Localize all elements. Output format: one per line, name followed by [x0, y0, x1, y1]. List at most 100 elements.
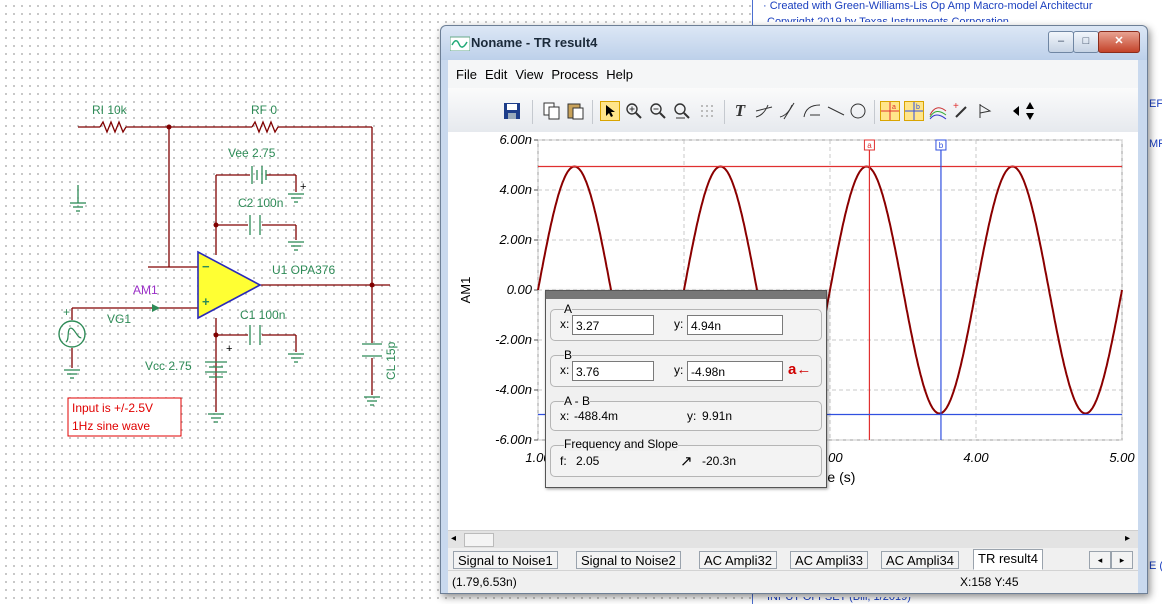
- menu-edit[interactable]: Edit: [485, 67, 507, 82]
- y-tick-label: -2.00n: [495, 332, 532, 347]
- horizontal-scrollbar[interactable]: ◂ ▸: [448, 530, 1138, 548]
- svg-text:+: +: [226, 343, 232, 355]
- note-line-2: 1Hz sine wave: [72, 419, 150, 433]
- a-y-label: y:: [674, 317, 684, 331]
- zoom-out-icon[interactable]: [648, 101, 668, 121]
- a-x-field[interactable]: 3.27: [572, 315, 654, 335]
- status-bar: (1.79,6.53n) X:158 Y:45: [448, 570, 1138, 593]
- group-fs-label: Frequency and Slope: [564, 437, 679, 451]
- y-tick-label: 2.00n: [498, 232, 532, 247]
- scroll-left-icon[interactable]: ◂: [451, 533, 463, 545]
- flag-icon[interactable]: [976, 101, 996, 121]
- minimize-button[interactable]: –: [1048, 31, 1074, 53]
- title-bar[interactable]: Noname - TR result4 – □ ✕: [441, 26, 1147, 60]
- curve-icon[interactable]: [928, 101, 948, 121]
- maximize-button[interactable]: □: [1073, 31, 1099, 53]
- cursor-b-handle-label: b: [939, 141, 944, 150]
- b-y-field[interactable]: -4.98n: [687, 361, 783, 381]
- c1-label: C1 100n: [240, 308, 285, 322]
- opamp-label: U1 OPA376: [272, 263, 335, 277]
- line-icon[interactable]: [826, 101, 846, 121]
- grid-icon[interactable]: [698, 101, 718, 121]
- rf-label: RF 0: [251, 103, 277, 117]
- svg-text:−: −: [202, 259, 210, 274]
- svg-text:+: +: [300, 181, 306, 193]
- toolbar: T a b +: [448, 88, 1138, 133]
- menu-help[interactable]: Help: [606, 67, 633, 82]
- ab-y-value: 9.91n: [702, 409, 733, 423]
- f-label: f:: [560, 454, 567, 468]
- plot-area[interactable]: 1.002.003.004.005.006.00n4.00n2.00n0.00-…: [448, 132, 1138, 530]
- scroll-thumb[interactable]: [464, 533, 494, 547]
- cursor-dialog-header[interactable]: [546, 291, 826, 299]
- add-marker-icon[interactable]: +: [952, 101, 972, 121]
- tab-ac-ampli34[interactable]: AC Ampli34: [881, 551, 959, 569]
- circle-icon[interactable]: [848, 101, 868, 121]
- app-icon: [450, 36, 470, 51]
- doc-fragment-e: E (: [1149, 560, 1162, 572]
- cursor-a-icon[interactable]: a: [880, 101, 900, 121]
- tab-ac-ampli33[interactable]: AC Ampli33: [790, 551, 868, 569]
- curve-fit-icon[interactable]: [802, 101, 822, 121]
- b-y-label: y:: [674, 363, 684, 377]
- tabs-left-icon[interactable]: ◂: [1089, 551, 1111, 569]
- y-tick-label: 0.00: [507, 282, 533, 297]
- tabs-right-icon[interactable]: ▸: [1111, 551, 1133, 569]
- paste-icon[interactable]: [566, 101, 586, 121]
- c2-label: C2 100n: [238, 196, 283, 210]
- ri-label: RI 10k: [92, 103, 128, 117]
- menu-process[interactable]: Process: [551, 67, 598, 82]
- menu-view[interactable]: View: [515, 67, 543, 82]
- pointer-icon[interactable]: [600, 101, 620, 121]
- y-axis-label: AM1: [458, 277, 473, 304]
- group-b-label: B: [564, 348, 573, 362]
- svg-text:+: +: [202, 294, 210, 309]
- doc-fragment-efi: EFI: [1149, 98, 1162, 110]
- b-x-field[interactable]: 3.76: [572, 361, 654, 381]
- grapher-window: Noname - TR result4 – □ ✕ File Edit View Pr…: [440, 25, 1148, 594]
- tab-signal-to-noise-2[interactable]: Signal to Noise2: [576, 551, 681, 569]
- cursor-a-marker-icon[interactable]: a←: [788, 361, 811, 378]
- cursor-b-icon[interactable]: b: [904, 101, 924, 121]
- tab-ac-ampli32[interactable]: AC Ampli32: [699, 551, 777, 569]
- copy-icon[interactable]: [542, 101, 562, 121]
- cl-label: CL 15p: [384, 341, 398, 380]
- y-tick-label: -6.00n: [495, 432, 532, 447]
- doc-fragment-mri: MRI: [1149, 138, 1162, 150]
- b-x-label: x:: [560, 363, 570, 377]
- save-icon[interactable]: [502, 101, 522, 121]
- ab-x-value: -488.4m: [574, 409, 619, 423]
- slope-icon: ↗: [680, 453, 693, 470]
- ab-x-label: x:: [560, 409, 570, 423]
- tab-signal-to-noise-1[interactable]: Signal to Noise1: [453, 551, 558, 569]
- cursor-dialog[interactable]: A x: 3.27 y: 4.94n B x: 3.76 y: -4.98n a…: [545, 290, 827, 488]
- scroll-right-icon[interactable]: ▸: [1125, 533, 1137, 545]
- note-line-1: Input is +/-2.5V: [72, 401, 153, 415]
- ab-y-label: y:: [687, 409, 697, 423]
- close-button[interactable]: ✕: [1098, 31, 1140, 53]
- tangent-icon[interactable]: [754, 101, 774, 121]
- group-a-label: A: [564, 302, 573, 316]
- x-tick-label: 4.00: [963, 450, 989, 465]
- zoom-in-icon[interactable]: [624, 101, 644, 121]
- tab-tr-result4[interactable]: TR result4: [973, 549, 1043, 570]
- tangent-icon[interactable]: [778, 101, 798, 121]
- am1-label: AM1: [133, 283, 158, 297]
- x-tick-label: 5.00: [1109, 450, 1135, 465]
- svg-text:a: a: [892, 104, 896, 111]
- a-y-field[interactable]: 4.94n: [687, 315, 783, 335]
- menu-file[interactable]: File: [456, 67, 477, 82]
- svg-text:+: +: [953, 101, 959, 112]
- vee-label: Vee 2.75: [228, 146, 276, 160]
- slope-value: -20.3n: [702, 454, 737, 468]
- schematic-canvas[interactable]: − + + + + RI 10k RF 0 Vee 2.75 C2 100n U…: [0, 0, 440, 604]
- window-client: File Edit View Process Help T a b + 1.00…: [448, 60, 1138, 593]
- text-icon[interactable]: T: [730, 101, 750, 121]
- toolbar-scroll-updown-icon[interactable]: [1020, 101, 1040, 121]
- status-coordinates: (1.79,6.53n): [452, 575, 517, 589]
- frequency-value: 2.05: [576, 454, 600, 468]
- vg1-label: VG1: [107, 312, 131, 326]
- y-tick-label: 6.00n: [499, 132, 532, 147]
- zoom-100-icon[interactable]: [672, 101, 692, 121]
- group-ab-label: A - B: [564, 394, 591, 408]
